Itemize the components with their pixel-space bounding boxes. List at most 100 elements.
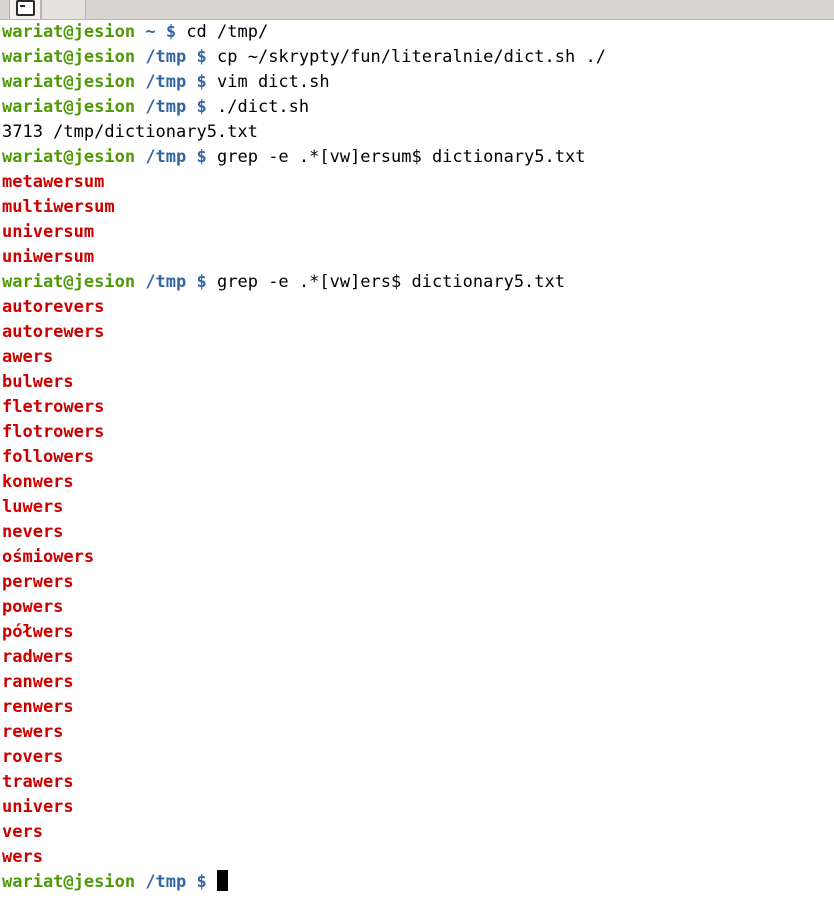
prompt-user-host: wariat@jesion: [2, 97, 136, 117]
terminal-tab-active[interactable]: [9, 0, 41, 19]
grep-match-text: universum: [2, 222, 95, 242]
grep-match-text: awers: [2, 347, 54, 367]
grep-match-line: bulwers: [0, 370, 834, 395]
grep-match-line: flotrowers: [0, 420, 834, 445]
command-text: ./dict.sh: [217, 97, 310, 117]
grep-match-line: perwers: [0, 570, 834, 595]
terminal-tab-second[interactable]: [41, 0, 86, 19]
prompt-space3: [176, 22, 186, 42]
grep-match-line: wers: [0, 845, 834, 870]
prompt-space3: [207, 47, 217, 67]
grep-match-line: vers: [0, 820, 834, 845]
command-text: grep -e .*[vw]ers$ dictionary5.txt: [217, 272, 566, 292]
command-text: vim dict.sh: [217, 72, 330, 92]
grep-match-text: followers: [2, 447, 95, 467]
grep-match-line: metawersum: [0, 170, 834, 195]
prompt-user-host: wariat@jesion: [2, 47, 136, 67]
prompt-dollar-sign: $: [196, 97, 207, 117]
terminal-prompt-line: wariat@jesion /tmp $ ./dict.sh: [0, 95, 834, 120]
prompt-path: /tmp: [145, 272, 187, 292]
grep-match-line: powers: [0, 595, 834, 620]
command-text: grep -e .*[vw]ersum$ dictionary5.txt: [217, 147, 586, 167]
grep-match-line: fletrowers: [0, 395, 834, 420]
command-text: cd /tmp/: [186, 22, 269, 42]
terminal-prompt-line: wariat@jesion ~ $ cd /tmp/: [0, 20, 834, 45]
grep-match-line: trawers: [0, 770, 834, 795]
prompt-path: /tmp: [145, 147, 187, 167]
prompt-user-host: wariat@jesion: [2, 872, 136, 892]
grep-match-line: ośmiowers: [0, 545, 834, 570]
prompt-space3: [207, 272, 217, 292]
prompt-path: /tmp: [145, 872, 187, 892]
prompt-path: /tmp: [145, 72, 187, 92]
command-text: cp ~/skrypty/fun/literalnie/dict.sh ./: [217, 47, 606, 67]
prompt-dollar-sign: $: [196, 872, 207, 892]
grep-match-line: ranwers: [0, 670, 834, 695]
terminal-active-prompt-line: wariat@jesion /tmp $: [0, 870, 834, 895]
prompt-space2: [186, 147, 196, 167]
grep-match-text: trawers: [2, 772, 74, 792]
grep-match-line: uniwersum: [0, 245, 834, 270]
grep-match-line: półwers: [0, 620, 834, 645]
grep-match-text: flotrowers: [2, 422, 105, 442]
grep-match-text: konwers: [2, 472, 74, 492]
grep-match-line: nevers: [0, 520, 834, 545]
prompt-dollar-sign: $: [196, 47, 207, 67]
grep-match-text: powers: [2, 597, 64, 617]
terminal-output-line: 3713 /tmp/dictionary5.txt: [0, 120, 834, 145]
grep-match-text: univers: [2, 797, 74, 817]
terminal-prompt-line: wariat@jesion /tmp $ vim dict.sh: [0, 70, 834, 95]
tab-bar: [0, 0, 834, 20]
grep-match-line: rovers: [0, 745, 834, 770]
grep-match-line: renwers: [0, 695, 834, 720]
prompt-space3: [207, 72, 217, 92]
prompt-dollar-sign: $: [196, 72, 207, 92]
grep-match-text: nevers: [2, 522, 64, 542]
grep-match-text: perwers: [2, 572, 74, 592]
prompt-space2: [186, 872, 196, 892]
prompt-dollar-sign: $: [165, 22, 177, 42]
grep-match-text: metawersum: [2, 172, 105, 192]
grep-match-text: fletrowers: [2, 397, 105, 417]
prompt-space2: [186, 97, 196, 117]
terminal-icon: [15, 0, 35, 16]
terminal-screen[interactable]: wariat@jesion ~ $ cd /tmp/wariat@jesion …: [0, 20, 834, 922]
prompt-space2: [186, 47, 196, 67]
prompt-space2: [156, 22, 166, 42]
grep-match-line: universum: [0, 220, 834, 245]
prompt-dollar-sign: $: [196, 272, 207, 292]
grep-match-line: followers: [0, 445, 834, 470]
grep-match-line: konwers: [0, 470, 834, 495]
grep-match-text: wers: [2, 847, 43, 867]
grep-match-text: radwers: [2, 647, 74, 667]
prompt-path: /tmp: [145, 47, 187, 67]
grep-match-text: rewers: [2, 722, 64, 742]
grep-match-text: rovers: [2, 747, 64, 767]
terminal-prompt-line: wariat@jesion /tmp $ grep -e .*[vw]ersum…: [0, 145, 834, 170]
prompt-user-host: wariat@jesion: [2, 72, 136, 92]
grep-match-line: radwers: [0, 645, 834, 670]
grep-match-text: multiwersum: [2, 197, 115, 217]
grep-match-text: półwers: [2, 622, 74, 642]
grep-match-text: ranwers: [2, 672, 74, 692]
grep-match-line: autorewers: [0, 320, 834, 345]
prompt-space3: [207, 97, 217, 117]
prompt-user-host: wariat@jesion: [2, 22, 136, 42]
grep-match-line: multiwersum: [0, 195, 834, 220]
prompt-space2: [186, 72, 196, 92]
grep-match-line: autorevers: [0, 295, 834, 320]
prompt-space2: [186, 272, 196, 292]
grep-match-text: vers: [2, 822, 43, 842]
terminal-prompt-line: wariat@jesion /tmp $ cp ~/skrypty/fun/li…: [0, 45, 834, 70]
grep-match-text: luwers: [2, 497, 64, 517]
prompt-path: ~: [145, 22, 156, 42]
grep-match-line: luwers: [0, 495, 834, 520]
prompt-user-host: wariat@jesion: [2, 147, 136, 167]
prompt-dollar-sign: $: [196, 147, 207, 167]
prompt-space3: [207, 872, 217, 892]
